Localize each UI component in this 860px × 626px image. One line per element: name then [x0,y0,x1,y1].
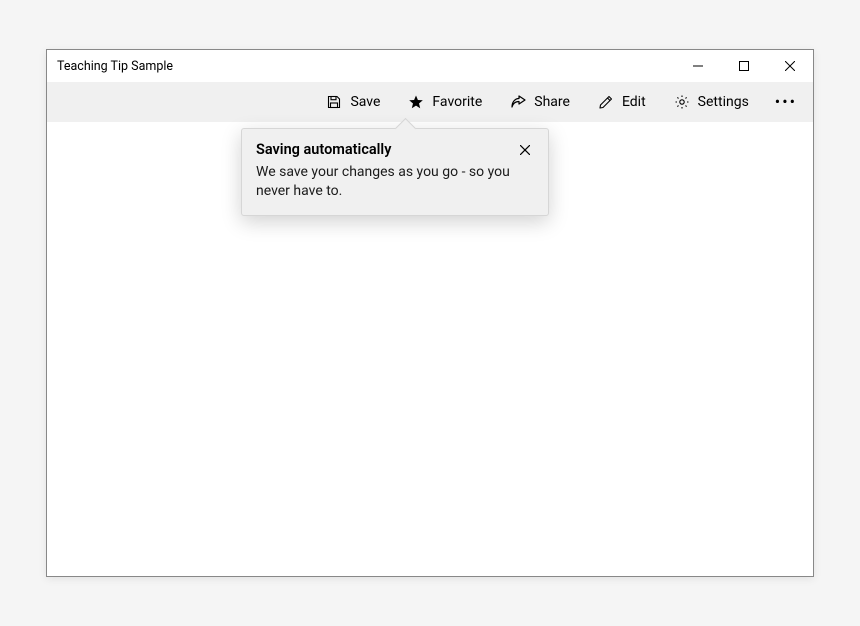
gear-icon [674,94,690,110]
close-window-button[interactable] [767,50,813,82]
app-window: Teaching Tip Sample [46,49,814,577]
save-button[interactable]: Save [312,82,394,122]
favorite-label: Favorite [432,94,482,110]
settings-label: Settings [698,94,749,110]
settings-button[interactable]: Settings [660,82,763,122]
minimize-button[interactable] [675,50,721,82]
edit-button[interactable]: Edit [584,82,660,122]
more-button[interactable]: ••• [763,82,809,122]
share-label: Share [534,94,570,110]
favorite-button[interactable]: Favorite [394,82,496,122]
teaching-tip-close-button[interactable] [514,139,536,161]
close-icon [785,61,795,71]
teaching-tip: Saving automatically We save your change… [241,128,549,216]
save-icon [326,94,342,110]
teaching-tip-title: Saving automatically [256,141,391,158]
teaching-tip-subtitle: We save your changes as you go - so you … [256,163,516,201]
star-icon [408,94,424,110]
minimize-icon [693,61,703,71]
window-controls [675,50,813,82]
save-label: Save [350,94,380,110]
commandbar: Save Favorite Share [47,82,813,122]
teaching-tip-header: Saving automatically [256,141,534,161]
edit-icon [598,94,614,110]
share-button[interactable]: Share [496,82,584,122]
stage: Teaching Tip Sample [0,0,860,626]
close-icon [520,143,530,158]
share-icon [510,94,526,110]
edit-label: Edit [622,94,646,110]
maximize-icon [739,61,749,71]
window-title: Teaching Tip Sample [47,59,173,74]
maximize-button[interactable] [721,50,767,82]
titlebar: Teaching Tip Sample [47,50,813,82]
more-icon: ••• [775,94,797,110]
